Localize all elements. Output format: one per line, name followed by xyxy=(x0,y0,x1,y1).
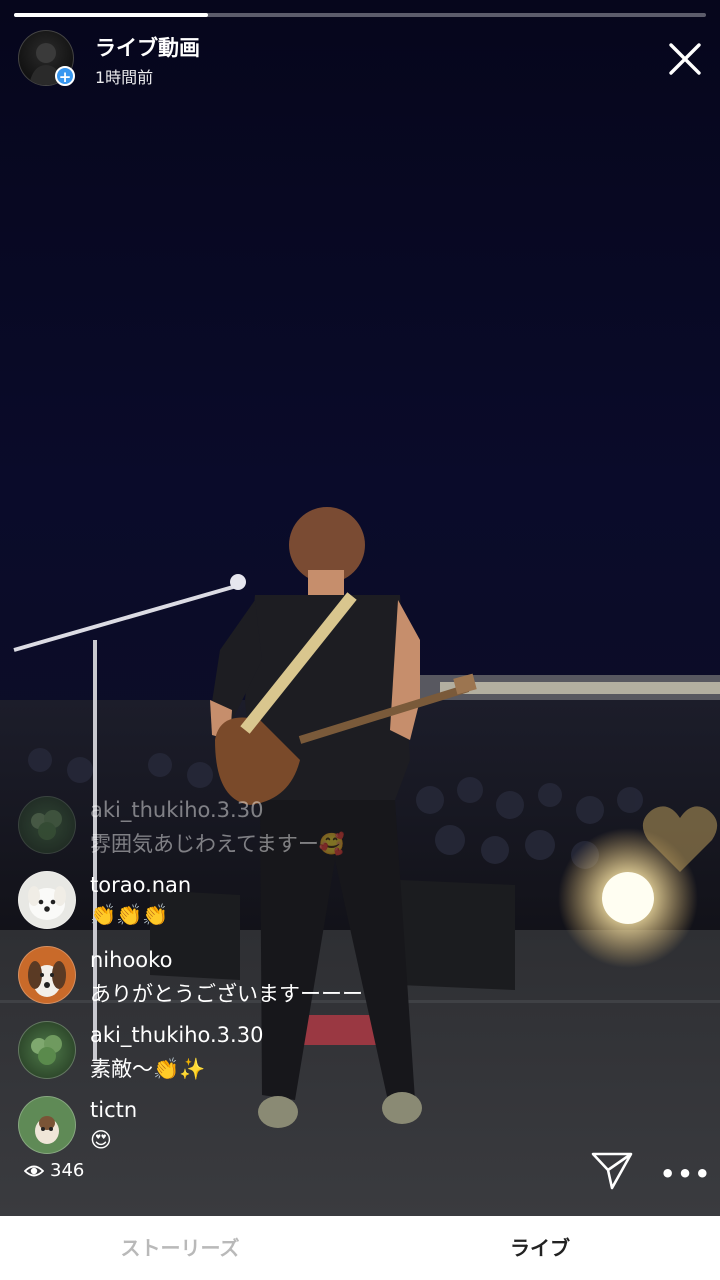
commenter-avatar[interactable] xyxy=(18,946,76,1004)
bottom-tab-bar: ストーリーズ ライブ xyxy=(0,1216,720,1280)
avatar-image xyxy=(31,810,62,840)
comment-username[interactable]: aki_thukiho.3.30 xyxy=(90,1023,263,1047)
avatar-image xyxy=(28,961,66,997)
send-icon xyxy=(591,1152,633,1190)
tab-stories[interactable]: ストーリーズ xyxy=(0,1216,360,1280)
viewer-count[interactable]: 346 xyxy=(24,1160,84,1181)
commenter-avatar[interactable] xyxy=(18,1096,76,1154)
avatar-image xyxy=(35,1116,59,1144)
comment-username[interactable]: tictn xyxy=(90,1098,137,1122)
comment-username[interactable]: torao.nan xyxy=(90,873,191,897)
comment-item: nihooko ありがとうございますーーー xyxy=(18,946,618,1006)
close-icon xyxy=(669,43,701,75)
comment-item: aki_thukiho.3.30 雰囲気あじわえてますー🥰 xyxy=(18,796,618,856)
comment-username[interactable]: aki_thukiho.3.30 xyxy=(90,798,263,822)
comment-item: tictn 😍 xyxy=(18,1096,618,1156)
story-progress-bar xyxy=(14,13,706,17)
avatar-image xyxy=(28,886,66,920)
eye-icon xyxy=(24,1165,44,1176)
send-button[interactable] xyxy=(590,1150,634,1192)
viewer-count-value: 346 xyxy=(50,1160,85,1181)
comment-text: 雰囲気あじわえてますー🥰 xyxy=(90,832,346,856)
tab-live[interactable]: ライブ xyxy=(360,1216,720,1280)
more-options-button[interactable]: ••• xyxy=(660,1160,712,1188)
comment-item: torao.nan 👏👏👏 xyxy=(18,871,618,931)
avatar-image xyxy=(31,1035,62,1065)
comment-item: aki_thukiho.3.30 素敵〜👏✨ xyxy=(18,1021,618,1081)
commenter-avatar[interactable] xyxy=(18,1021,76,1079)
commenter-avatar[interactable] xyxy=(18,871,76,929)
commenter-avatar[interactable] xyxy=(18,796,76,854)
close-button[interactable] xyxy=(662,36,708,82)
story-title[interactable]: ライブ動画 xyxy=(95,32,200,62)
comment-text: ありがとうございますーーー xyxy=(90,982,363,1006)
comment-username[interactable]: nihooko xyxy=(90,948,172,972)
follow-plus-icon[interactable]: + xyxy=(55,66,75,86)
comment-text: 素敵〜👏✨ xyxy=(90,1057,206,1081)
story-progress-fill xyxy=(14,13,208,17)
heart-icon xyxy=(642,806,718,872)
comment-text: 👏👏👏 xyxy=(90,903,169,927)
story-time-ago: 1時間前 xyxy=(95,68,154,87)
comment-text: 😍 xyxy=(90,1128,112,1152)
